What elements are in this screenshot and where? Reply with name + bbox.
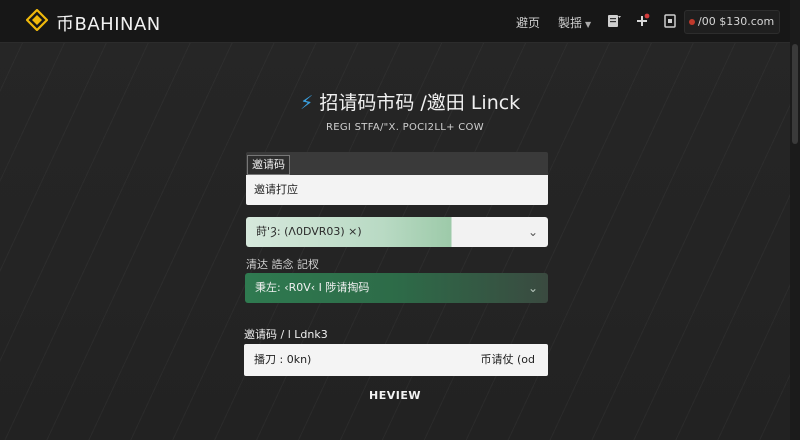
caret-down-icon: ▼ [585, 20, 592, 29]
scrollbar-thumb[interactable] [792, 44, 798, 144]
link-input[interactable]: 播刀 : 0kn) 币请仗 (od [244, 344, 548, 376]
plus-icon[interactable] [634, 13, 650, 29]
page-subtitle: REGI STFA/"X. POCI2LL+ COW [326, 122, 484, 133]
lightning-icon: ⚡ [300, 92, 314, 114]
type-select-value: 莳'Ȝ: (Λ0DVR03) ×) [256, 225, 362, 238]
clipboard-icon[interactable] [606, 13, 622, 29]
review-button[interactable]: HEVIEW [360, 389, 430, 407]
account-button[interactable]: /00 $130.com [684, 10, 780, 34]
page-scrollbar[interactable] [790, 0, 800, 440]
select-label: 清达 誥念 記杈 [246, 258, 319, 271]
link-input-value: 播刀 : 0kn) [254, 353, 312, 366]
invite-code-field[interactable]: 邀请码 邀请打应 [246, 152, 548, 205]
status-dot-icon [689, 19, 695, 25]
option-select[interactable]: 秉左: ‹R0V‹ I 陟请掏码 ⌄ [245, 273, 548, 303]
invite-code-input[interactable]: 邀请打应 [246, 175, 548, 205]
option-select-value: 秉左: ‹R0V‹ I 陟请掏码 [255, 281, 370, 294]
file-icon[interactable] [662, 13, 678, 29]
chevron-down-icon: ⌄ [527, 281, 538, 295]
logo-diamond-icon[interactable] [26, 9, 48, 31]
type-select[interactable]: 莳'Ȝ: (Λ0DVR03) ×) ⌄ [246, 217, 548, 247]
link-label: 邀请码 / l Ldnk3 [244, 328, 328, 341]
invite-code-tag: 邀请码 [247, 155, 290, 175]
nav-menu-dropdown[interactable]: 製揺 ▼ [558, 14, 591, 31]
brand-name[interactable]: 币BAHINAN [56, 10, 161, 36]
page-title-text: 招请码市码 /邀田 Linck [319, 92, 521, 114]
invite-code-field-header [246, 152, 548, 175]
chevron-down-icon: ⌄ [527, 225, 538, 239]
nav-home-link[interactable]: 避页 [516, 14, 540, 31]
nav-menu-label: 製揺 [558, 16, 583, 30]
page-title: ⚡ 招请码市码 /邀田 Linck [300, 88, 520, 115]
link-input-suffix: 币请仗 (od [480, 353, 535, 366]
account-label: /00 $130.com [698, 15, 775, 28]
top-navigation-bar: 币BAHINAN 避页 製揺 ▼ /00 $130.com [0, 0, 800, 43]
